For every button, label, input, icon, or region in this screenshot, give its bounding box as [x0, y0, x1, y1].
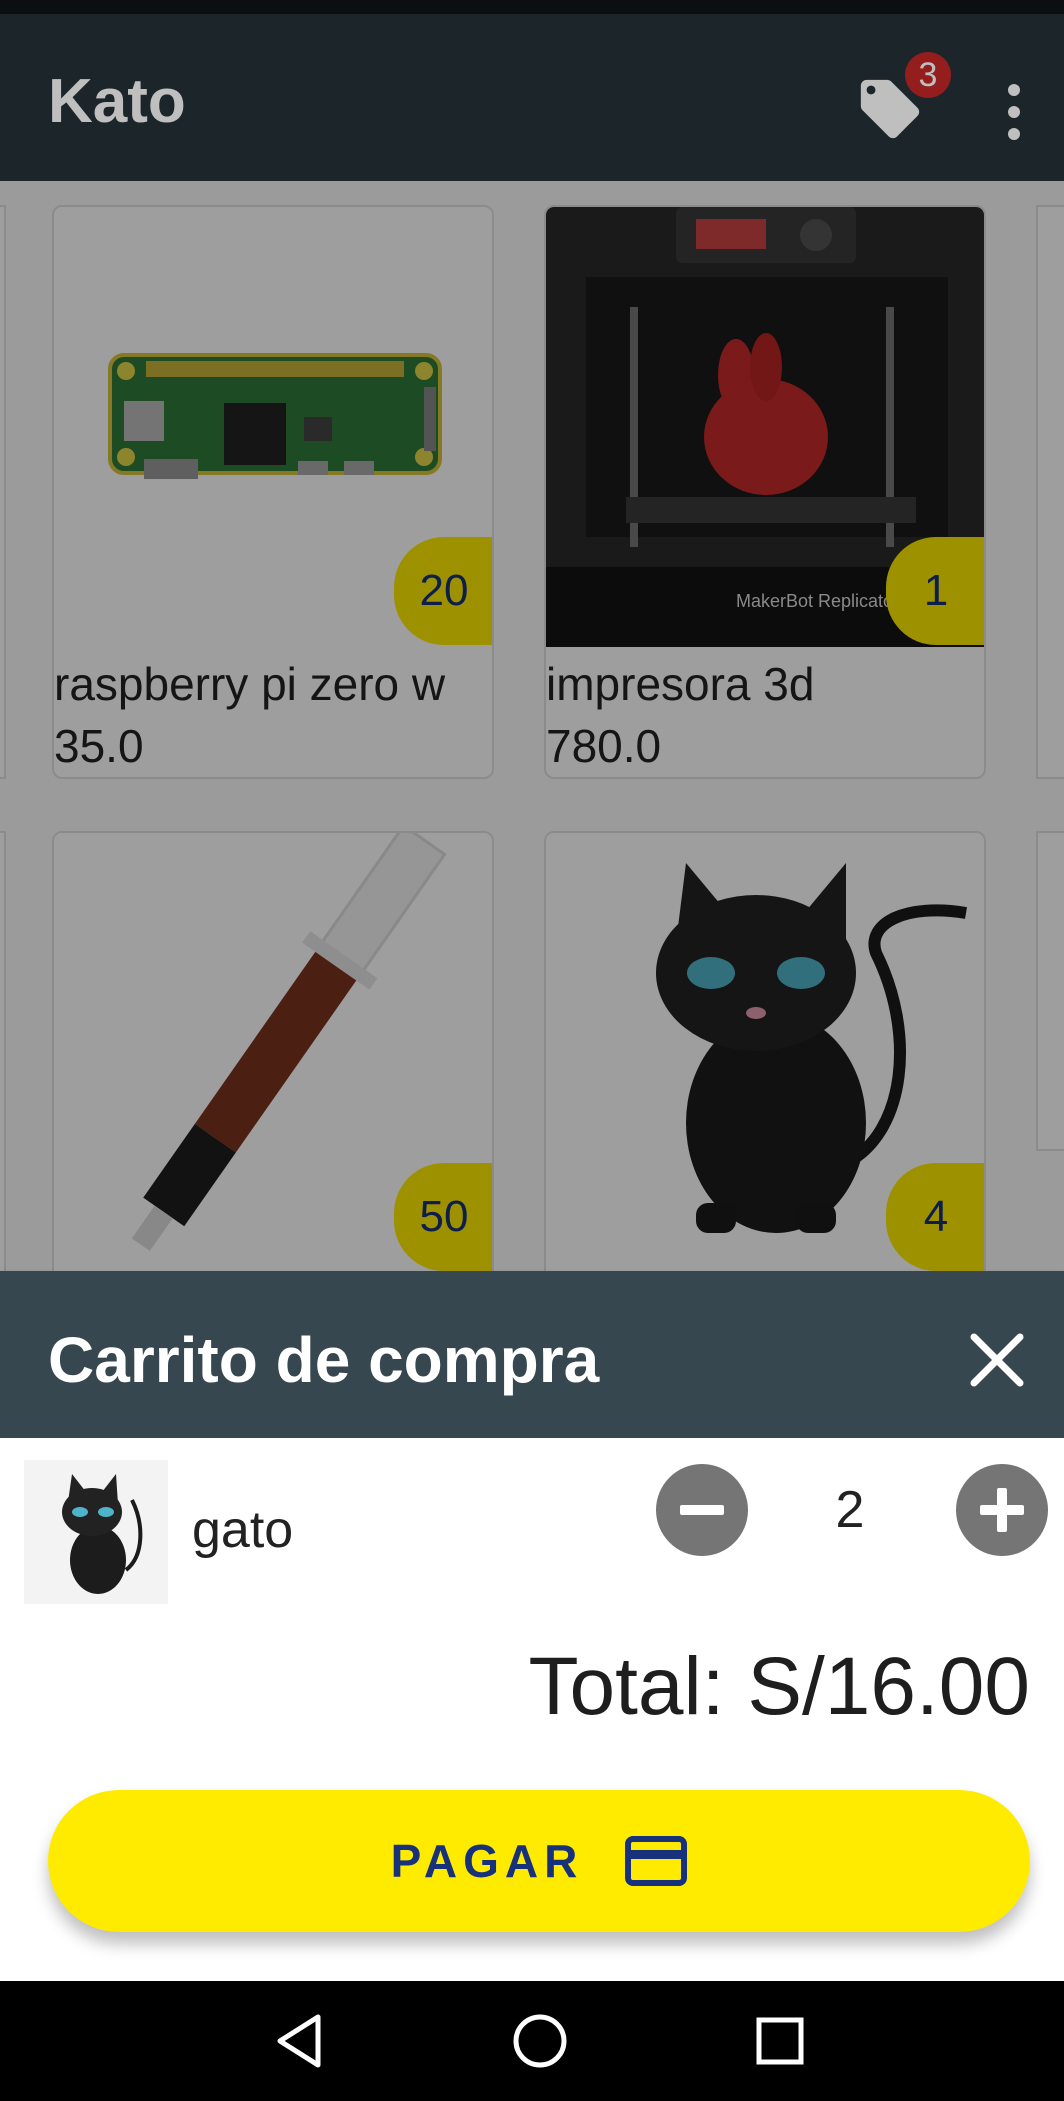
cart-sheet-header: Carrito de compra [0, 1271, 1064, 1438]
close-icon[interactable] [966, 1329, 1028, 1391]
cart-item-quantity: 2 [835, 1481, 865, 1539]
modal-scrim[interactable] [0, 181, 1064, 1271]
pay-button[interactable]: PAGAR [48, 1790, 1030, 1932]
recents-icon[interactable] [750, 2011, 810, 2071]
cart-item: gato 2 [0, 1456, 1064, 1616]
cart-item-thumbnail [24, 1460, 168, 1604]
cart-total: Total: S/16.00 [528, 1641, 1030, 1732]
product-grid: 20 raspberry pi zero w 35.0 MakerBot Rep… [0, 181, 1064, 1271]
decrease-quantity-button[interactable] [656, 1464, 748, 1556]
increase-quantity-button[interactable] [956, 1464, 1048, 1556]
cart-list: gato 2 [0, 1438, 1064, 1642]
credit-card-icon [625, 1836, 688, 1886]
pay-button-label: PAGAR [390, 1835, 584, 1887]
system-nav-bar [0, 1981, 1064, 2101]
home-icon[interactable] [510, 2011, 570, 2071]
cart-item-name: gato [192, 1501, 294, 1559]
back-icon[interactable] [270, 2011, 330, 2071]
modal-scrim[interactable] [0, 0, 1064, 181]
minus-icon [680, 1505, 724, 1515]
plus-icon [980, 1488, 1024, 1532]
cart-sheet-title: Carrito de compra [48, 1324, 600, 1396]
